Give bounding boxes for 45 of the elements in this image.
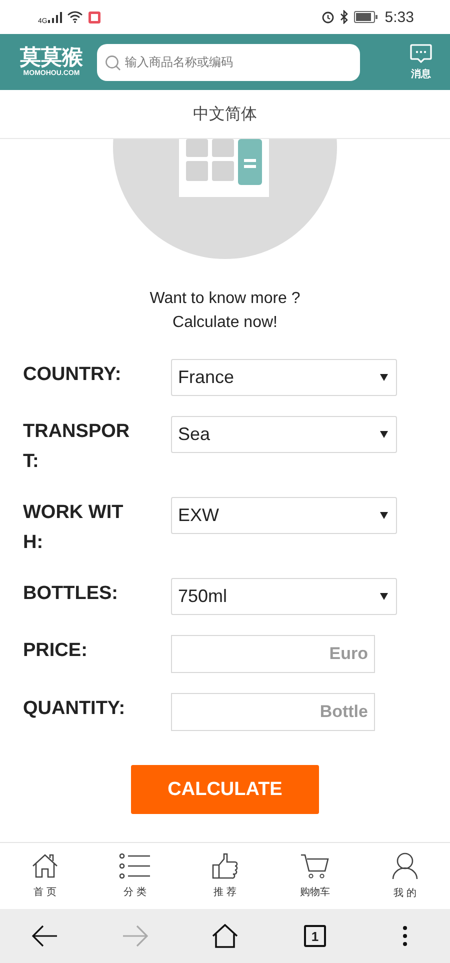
caret-icon: [380, 593, 388, 600]
dropdown[interactable]: Sea: [171, 416, 397, 453]
home-icon[interactable]: [31, 853, 59, 879]
more-icon[interactable]: [402, 925, 408, 947]
field-label: BOTTLES:: [23, 582, 119, 606]
caret-icon: [380, 512, 388, 519]
signal-icon: [48, 12, 62, 22]
language-link[interactable]: 中文简体: [193, 104, 257, 124]
caret-icon: [380, 431, 388, 438]
dropdown[interactable]: 750ml: [171, 578, 397, 615]
wifi-icon: [67, 11, 84, 23]
tab-count-button[interactable]: 1: [304, 925, 326, 947]
message-icon[interactable]: [410, 44, 432, 64]
field-label: QUANTITY:: [23, 697, 126, 721]
field-label: WORK WITH:: [23, 501, 124, 555]
book-icon: [88, 10, 102, 24]
clock-time: 5:33: [384, 8, 414, 26]
search-field[interactable]: 输入商品名称或编码: [97, 44, 360, 80]
field-label: PRICE:: [23, 639, 88, 663]
input-field[interactable]: Euro: [171, 635, 375, 673]
back-arrow-icon[interactable]: [32, 925, 58, 947]
nav-label[interactable]: 首 页: [34, 885, 56, 899]
nav-label[interactable]: 我 的: [394, 886, 416, 900]
bluetooth-icon: [340, 10, 349, 24]
home-icon[interactable]: [212, 924, 238, 948]
dropdown[interactable]: France: [171, 359, 397, 396]
cart-icon[interactable]: [301, 853, 329, 879]
nav-label[interactable]: 推 荐: [214, 885, 236, 899]
nav-label[interactable]: 分 类: [124, 885, 146, 899]
nav-label[interactable]: 购物车: [300, 885, 330, 899]
intro-text: Calculate now!: [172, 313, 278, 333]
logo-text[interactable]: 莫莫猴: [20, 46, 83, 68]
intro-text: Want to know more ?: [148, 289, 302, 309]
message-label[interactable]: 消息: [411, 66, 431, 80]
field-label: COUNTRY:: [23, 363, 122, 387]
battery-icon: [354, 11, 378, 23]
field-label: TRANSPORT:: [23, 420, 131, 474]
alarm-icon: [320, 10, 335, 24]
user-icon[interactable]: [392, 852, 418, 880]
caret-icon: [380, 374, 388, 381]
search-icon: [105, 54, 121, 70]
thumbs-up-icon[interactable]: [212, 853, 238, 879]
input-field[interactable]: Bottle: [171, 693, 375, 731]
dropdown[interactable]: EXW: [171, 497, 397, 534]
list-icon[interactable]: [119, 853, 151, 879]
